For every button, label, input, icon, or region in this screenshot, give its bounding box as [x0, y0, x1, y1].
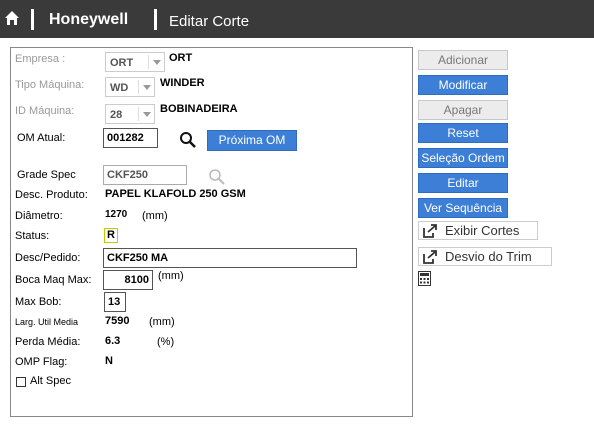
empresa-name: ORT: [169, 52, 193, 64]
empresa-label: Empresa :: [15, 53, 66, 65]
perda-media-label: Perda Média:: [15, 336, 81, 348]
desc-produto-value: PAPEL KLAFOLD 250 GSM: [105, 188, 246, 200]
diametro-value: 1270: [105, 209, 128, 220]
proxima-om-button[interactable]: Próxima OM: [207, 130, 297, 151]
diametro-label: Diâmetro:: [15, 210, 63, 222]
larg-util-media-label: Larg. Util Media: [15, 317, 79, 327]
alt-spec-label: Alt Spec: [30, 375, 71, 387]
grade-spec-input[interactable]: CKF250: [103, 165, 187, 185]
search-icon[interactable]: [178, 130, 198, 150]
diametro-unit: (mm): [142, 210, 168, 222]
larg-util-media-value: 7590: [105, 315, 130, 327]
modificar-button[interactable]: Modificar: [418, 75, 508, 95]
om-atual-input[interactable]: 001282: [103, 128, 158, 148]
desvio-do-trim-label: Desvio do Trim: [445, 249, 532, 264]
desvio-do-trim-button[interactable]: Desvio do Trim: [418, 247, 552, 266]
header-divider: [31, 9, 34, 30]
desc-pedido-input[interactable]: CKF250 MA: [103, 248, 357, 268]
external-link-icon: [423, 250, 437, 264]
apagar-button[interactable]: Apagar: [418, 100, 508, 120]
exibir-cortes-label: Exibir Cortes: [445, 223, 520, 238]
search-icon[interactable]: [207, 167, 227, 187]
adicionar-button[interactable]: Adicionar: [418, 50, 508, 70]
editar-button[interactable]: Editar: [418, 173, 508, 193]
max-bob-label: Max Bob:: [15, 296, 62, 308]
header-divider: [154, 9, 157, 30]
tipo-maquina-label: Tipo Máquina:: [15, 79, 85, 91]
app-header: Honeywell Editar Corte: [0, 0, 594, 38]
id-maquina-label: ID Máquina:: [15, 105, 75, 117]
home-icon[interactable]: [4, 10, 20, 26]
status-label: Status:: [15, 230, 50, 242]
max-bob-input[interactable]: 13: [104, 292, 126, 312]
boca-maq-max-unit: (mm): [158, 270, 184, 282]
perda-media-value: 6.3: [105, 335, 121, 347]
id-maquina-select[interactable]: 28: [105, 104, 155, 124]
external-link-icon: [423, 224, 437, 238]
grade-spec-label: Grade Spec: [17, 169, 76, 181]
edit-cut-form: Empresa : ORT ORT Tipo Máquina: WD WINDE…: [10, 47, 413, 417]
selecao-ordem-button[interactable]: Seleção Ordem: [418, 148, 508, 168]
chevron-down-icon: [143, 85, 151, 90]
desc-pedido-label: Desc/Pedido:: [15, 252, 81, 264]
page-title: Editar Corte: [169, 13, 250, 30]
status-field[interactable]: R: [104, 228, 118, 243]
id-maquina-select-value: 28: [110, 109, 123, 121]
perda-media-unit: (%): [157, 336, 175, 348]
tipo-maquina-select-value: WD: [110, 82, 129, 94]
chevron-down-icon: [153, 60, 161, 65]
om-atual-label: OM Atual:: [17, 132, 66, 144]
id-maquina-name: BOBINADEIRA: [160, 103, 238, 115]
exibir-cortes-button[interactable]: Exibir Cortes: [418, 221, 538, 240]
omp-flag-label: OMP Flag:: [15, 356, 68, 368]
desc-produto-label: Desc. Produto:: [15, 189, 88, 201]
alt-spec-checkbox[interactable]: [16, 377, 26, 387]
calculator-icon[interactable]: [418, 271, 431, 286]
omp-flag-value: N: [105, 355, 113, 367]
tipo-maquina-select[interactable]: WD: [105, 77, 155, 97]
empresa-select-value: ORT: [110, 57, 134, 69]
brand-logo: Honeywell: [49, 11, 129, 28]
chevron-down-icon: [143, 112, 151, 117]
boca-maq-max-label: Boca Maq Max:: [15, 274, 92, 286]
ver-sequencia-button[interactable]: Ver Sequência: [418, 198, 508, 218]
empresa-select[interactable]: ORT: [105, 52, 165, 72]
reset-button[interactable]: Reset: [418, 123, 508, 143]
boca-maq-max-input[interactable]: 8100: [103, 270, 153, 290]
tipo-maquina-name: WINDER: [160, 77, 205, 89]
larg-util-media-unit: (mm): [149, 316, 175, 328]
